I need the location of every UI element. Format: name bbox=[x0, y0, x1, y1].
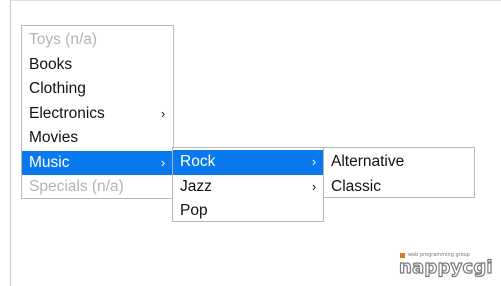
menu-item-specials: Specials (n/a) bbox=[22, 175, 173, 200]
chevron-right-icon: › bbox=[160, 154, 166, 170]
menu-item-label: Specials (n/a) bbox=[29, 178, 124, 195]
chevron-right-icon: › bbox=[160, 105, 166, 121]
menu-item-books[interactable]: Books bbox=[22, 53, 173, 78]
menu-item-pop[interactable]: Pop bbox=[173, 199, 323, 224]
menu-item-music[interactable]: Music › bbox=[22, 150, 173, 175]
menu-item-jazz[interactable]: Jazz › bbox=[173, 175, 323, 200]
menu-item-alternative[interactable]: Alternative bbox=[324, 150, 474, 175]
rock-submenu: Alternative Classic bbox=[323, 147, 475, 198]
menu-item-movies[interactable]: Movies bbox=[22, 126, 173, 151]
logo-wordmark: nappycgi bbox=[398, 256, 493, 278]
menu-item-label: Toys (n/a) bbox=[29, 31, 98, 48]
chevron-right-icon: › bbox=[311, 178, 317, 194]
menu-item-label: Movies bbox=[29, 129, 79, 146]
music-submenu: Rock › Jazz › Pop bbox=[172, 147, 324, 222]
menu-item-label: Books bbox=[29, 55, 73, 73]
menu-item-label: Classic bbox=[331, 177, 381, 195]
menu-item-label: Jazz bbox=[180, 177, 212, 195]
menu-item-label: Rock bbox=[180, 153, 216, 170]
nappycgi-logo: web programming group nappycgi bbox=[398, 250, 495, 280]
menu-item-label: Alternative bbox=[331, 153, 405, 170]
menu-item-label: Music bbox=[29, 153, 70, 171]
menu-item-clothing[interactable]: Clothing bbox=[22, 77, 173, 102]
chevron-right-icon: › bbox=[311, 154, 317, 169]
menu-item-label: Clothing bbox=[29, 80, 86, 97]
main-menu: Toys (n/a) Books Clothing Electronics › … bbox=[21, 25, 174, 199]
menu-item-classic[interactable]: Classic bbox=[324, 175, 474, 200]
menu-item-label: Pop bbox=[180, 202, 208, 219]
menu-item-rock[interactable]: Rock › bbox=[173, 150, 323, 175]
menu-item-toys: Toys (n/a) bbox=[22, 28, 173, 53]
menu-item-electronics[interactable]: Electronics › bbox=[22, 102, 173, 127]
menu-item-label: Electronics bbox=[29, 104, 105, 122]
